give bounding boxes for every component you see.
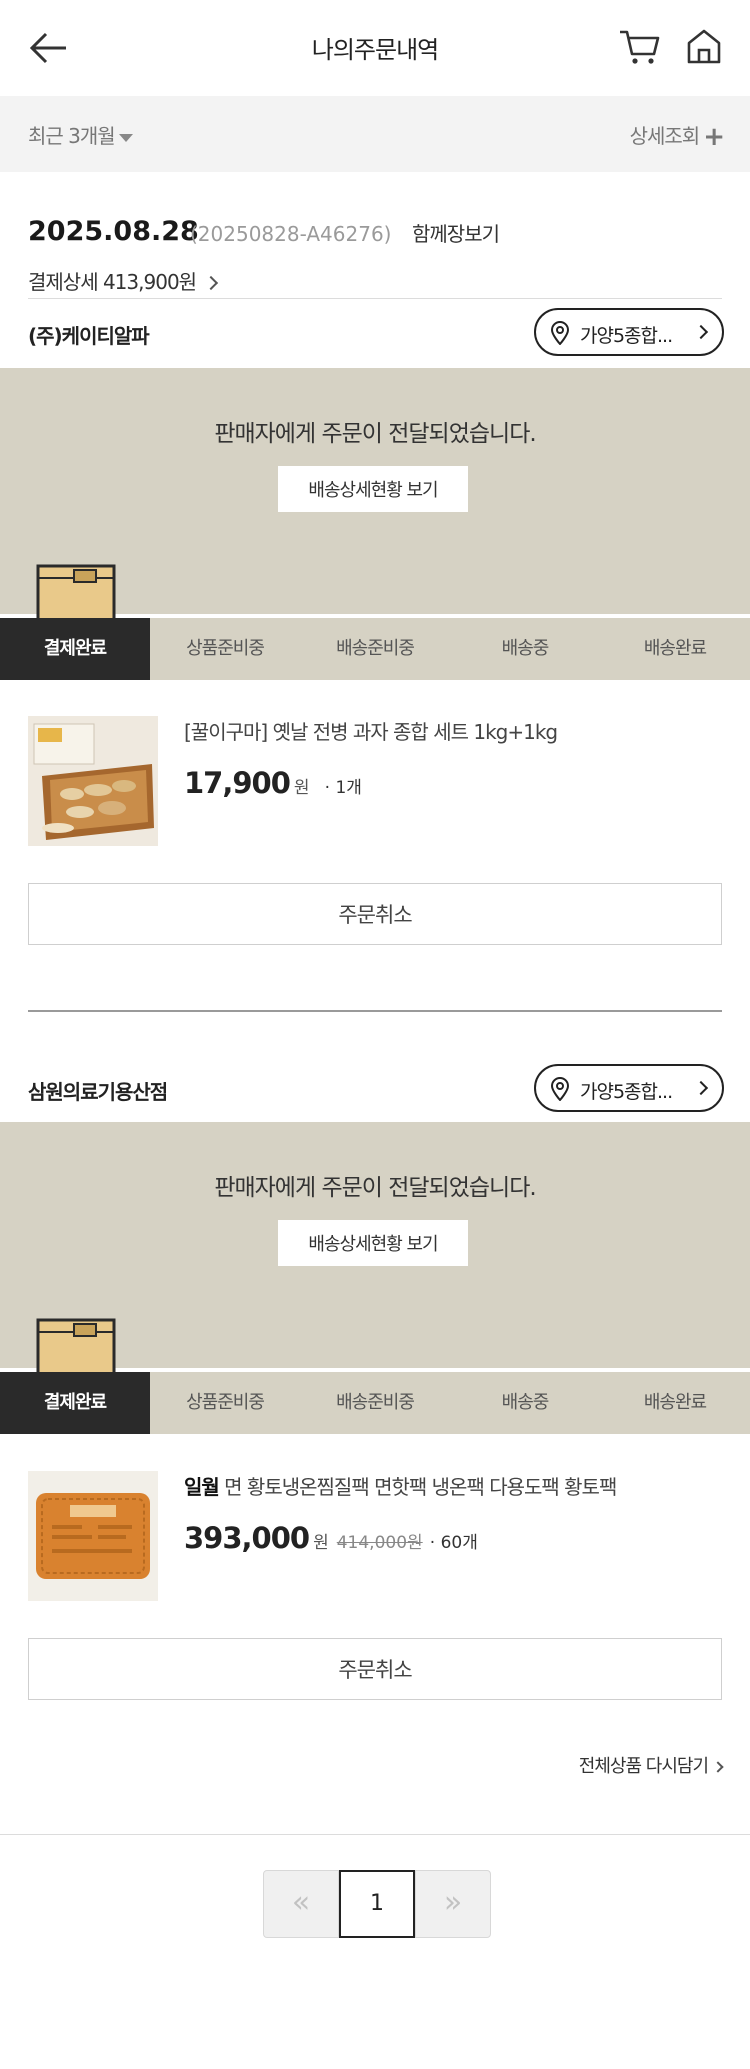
package-box-icon [36,564,116,620]
step-payment-complete: 결제완료 [0,1372,150,1434]
product-price: 393,000 [184,1521,310,1555]
product-quantity: · 1개 [324,778,362,798]
product-brand: 일월 [184,1475,220,1499]
reorder-all-link[interactable]: 전체상품 다시담기 [578,1752,724,1778]
location-label: 가양5종합... [580,325,673,347]
pagination: « 1 » [263,1870,491,1938]
location-pin-icon [550,321,570,345]
step-preparing-product: 상품준비중 [186,1392,265,1413]
status-message: 판매자에게 주문이 전달되었습니다. [214,1175,536,1201]
plus-icon: + [703,122,725,152]
period-label: 최근 3개월 [28,124,116,148]
status-message: 판매자에게 주문이 전달되었습니다. [214,421,536,447]
order-status-panel: 판매자에게 주문이 전달되었습니다. 배송상세현황 보기 결제완료 상품준비중 … [0,1122,750,1434]
price-unit: 원 [313,1533,329,1553]
seller-name: (주)케이티알파 [28,324,150,348]
step-shipping: 배송중 [501,638,550,659]
delivery-location-button[interactable]: 가양5종합... [534,308,724,356]
cancel-order-button[interactable]: 주문취소 [28,883,722,945]
divider [28,298,722,299]
page-number-current[interactable]: 1 [339,1870,415,1938]
package-box-icon [36,1318,116,1374]
order-date: 2025.08.28 [28,216,199,247]
delivery-location-button[interactable]: 가양5종합... [534,1064,724,1112]
product-item[interactable]: [꿀이구마] 옛날 전병 과자 종합 세트 1kg+1kg 17,900 원 · … [28,716,722,848]
step-preparing-product: 상품준비중 [186,638,265,659]
product-title: 면 황토냉온찜질팩 면핫팩 냉온팩 다용도팩 황토팩 [218,1475,617,1499]
next-page-button[interactable]: » [415,1870,491,1938]
detail-search-label: 상세조회 [629,124,701,148]
product-name[interactable]: 일월 면 황토냉온찜질팩 면핫팩 냉온팩 다용도팩 황토팩 [184,1471,617,1500]
step-delivered: 배송완료 [643,1392,707,1413]
delivery-progress-steps: 결제완료 상품준비중 배송준비중 배송중 배송완료 [0,1372,750,1434]
divider [0,1834,750,1835]
product-price: 17,900 [184,766,291,800]
app-header: 나의주문내역 [0,0,750,96]
section-divider [28,1010,722,1012]
chevron-right-icon [712,1761,724,1773]
cart-icon[interactable] [618,26,662,66]
location-pin-icon [550,1077,570,1101]
home-icon[interactable] [684,26,724,66]
order-status-panel: 판매자에게 주문이 전달되었습니다. 배송상세현황 보기 결제완료 상품준비중 … [0,368,750,680]
product-thumbnail[interactable] [28,716,158,846]
delivery-progress-steps: 결제완료 상품준비중 배송준비중 배송중 배송완료 [0,618,750,680]
delivery-tracking-button[interactable]: 배송상세현황 보기 [278,466,468,512]
seller-name: 삼원의료기용산점 [28,1080,168,1104]
product-title: [꿀이구마] 옛날 전병 과자 종합 세트 1kg+1kg [184,720,558,744]
caret-down-icon [118,133,133,142]
payment-detail-label: 결제상세 413,900원 [28,270,197,294]
product-quantity: · 60개 [429,1533,478,1553]
product-name[interactable]: [꿀이구마] 옛날 전병 과자 종합 세트 1kg+1kg [184,716,558,745]
payment-detail-link[interactable]: 결제상세 413,900원 [28,266,219,295]
prev-page-button[interactable]: « [263,1870,339,1938]
step-preparing-shipping: 배송준비중 [336,638,415,659]
filter-bar: 최근 3개월 상세조회 + [0,96,750,172]
cancel-order-button[interactable]: 주문취소 [28,1638,722,1700]
period-dropdown[interactable]: 최근 3개월 [28,120,133,149]
detail-search-button[interactable]: 상세조회 + [629,120,725,152]
price-unit: 원 [293,778,310,798]
order-number: (20250828-A46276) [190,222,392,246]
product-thumbnail[interactable] [28,1471,158,1601]
chevron-right-icon [693,324,709,340]
price-row: 17,900 원 · 1개 [184,766,362,800]
reorder-label: 전체상품 다시담기 [578,1756,709,1777]
step-payment-complete: 결제완료 [0,618,150,680]
location-label: 가양5종합... [580,1081,673,1103]
snack-tray-image [28,716,158,846]
price-row: 393,000 원 414,000원 · 60개 [184,1521,478,1555]
original-price: 414,000원 [336,1533,423,1553]
product-item[interactable]: 일월 면 황토냉온찜질팩 면핫팩 냉온팩 다용도팩 황토팩 393,000 원 41… [28,1471,722,1603]
chevron-right-icon [203,275,219,291]
step-delivered: 배송완료 [643,638,707,659]
delivery-tracking-button[interactable]: 배송상세현황 보기 [278,1220,468,1266]
together-shopping-link[interactable]: 함께장보기 [412,218,500,247]
heat-pack-image [28,1471,158,1601]
step-shipping: 배송중 [501,1392,550,1413]
step-preparing-shipping: 배송준비중 [336,1392,415,1413]
chevron-right-icon [693,1080,709,1096]
